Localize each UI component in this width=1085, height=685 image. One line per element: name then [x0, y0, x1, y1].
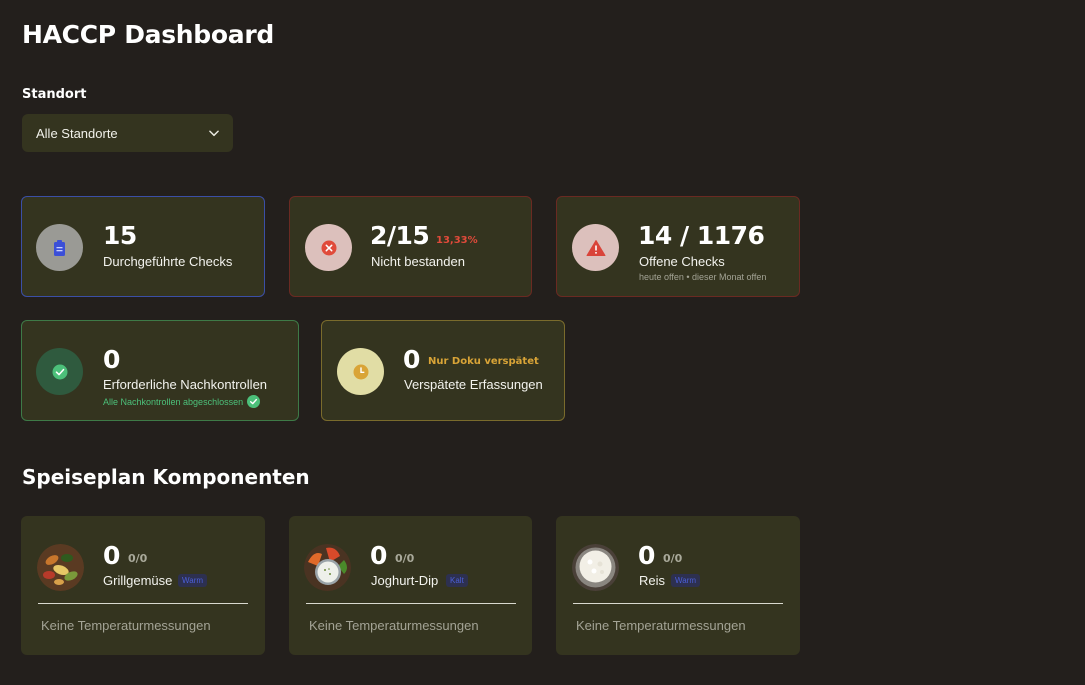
- menu-section-title: Speiseplan Komponenten: [22, 465, 310, 489]
- stat-card-late[interactable]: 0 Nur Doku verspätet Verspätete Erfassun…: [321, 320, 565, 421]
- empty-measurements-text: Keine Temperaturmessungen: [41, 618, 211, 633]
- page-title: HACCP Dashboard: [22, 20, 274, 49]
- empty-measurements-text: Keine Temperaturmessungen: [576, 618, 746, 633]
- menu-item-value: 0: [638, 541, 655, 570]
- rice-image: [572, 544, 619, 591]
- checks-label: Durchgeführte Checks: [103, 254, 233, 269]
- failed-percent: 13,33%: [436, 235, 478, 246]
- menu-item-value: 0: [370, 541, 387, 570]
- menu-item-name: Grillgemüse: [103, 573, 173, 588]
- check-circle-icon: [36, 348, 83, 395]
- warning-icon: [572, 224, 619, 271]
- followups-value: 0: [103, 345, 120, 374]
- clipboard-icon: [36, 224, 83, 271]
- failed-value: 2/15: [370, 221, 430, 250]
- checks-value: 15: [103, 221, 137, 250]
- late-note: Nur Doku verspätet: [428, 356, 539, 367]
- x-circle-icon: [305, 224, 352, 271]
- open-value: 14 / 1176: [638, 221, 765, 250]
- divider: [38, 603, 248, 604]
- open-sub: heute offen • dieser Monat offen: [639, 272, 767, 282]
- divider: [306, 603, 516, 604]
- late-value: 0: [403, 345, 420, 374]
- grilled-vegetables-image: [37, 544, 84, 591]
- followups-sub: Alle Nachkontrollen abgeschlossen: [103, 395, 261, 408]
- stat-card-failed[interactable]: 2/15 13,33% Nicht bestanden: [289, 196, 532, 297]
- followups-label: Erforderliche Nachkontrollen: [103, 377, 268, 392]
- menu-card-reis[interactable]: 0 0/0 Reis Warm Keine Temperaturmessunge…: [556, 516, 800, 655]
- location-select-value: Alle Standorte: [36, 125, 118, 141]
- failed-label: Nicht bestanden: [371, 254, 465, 269]
- menu-item-value: 0: [103, 541, 120, 570]
- empty-measurements-text: Keine Temperaturmessungen: [309, 618, 479, 633]
- stat-card-open[interactable]: 14 / 1176 Offene Checks heute offen • di…: [556, 196, 800, 297]
- menu-item-count: 0/0: [128, 552, 148, 565]
- location-select[interactable]: Alle Standorte: [22, 114, 233, 152]
- temperature-badge: Kalt: [446, 574, 468, 587]
- followups-sub-text: Alle Nachkontrollen abgeschlossen: [103, 396, 244, 407]
- clock-icon: [337, 348, 384, 395]
- stat-card-followups[interactable]: 0 Erforderliche Nachkontrollen Alle Nach…: [21, 320, 299, 421]
- location-label: Standort: [22, 87, 87, 102]
- late-label: Verspätete Erfassungen: [404, 377, 543, 392]
- menu-item-name: Joghurt-Dip: [371, 573, 439, 588]
- menu-card-joghurt-dip[interactable]: 0 0/0 Joghurt-Dip Kalt Keine Temperaturm…: [289, 516, 532, 655]
- menu-item-name: Reis: [639, 573, 666, 588]
- check-icon: [247, 395, 261, 408]
- menu-card-grillgemuese[interactable]: 0 0/0 Grillgemüse Warm Keine Temperaturm…: [21, 516, 265, 655]
- stat-card-checks[interactable]: 15 Durchgeführte Checks: [21, 196, 265, 297]
- open-label: Offene Checks: [639, 254, 725, 269]
- menu-item-count: 0/0: [663, 552, 683, 565]
- temperature-badge: Warm: [178, 574, 208, 587]
- temperature-badge: Warm: [671, 574, 701, 587]
- divider: [573, 603, 783, 604]
- menu-item-count: 0/0: [395, 552, 415, 565]
- chevron-down-icon: [209, 128, 219, 138]
- yogurt-dip-image: [304, 544, 351, 591]
